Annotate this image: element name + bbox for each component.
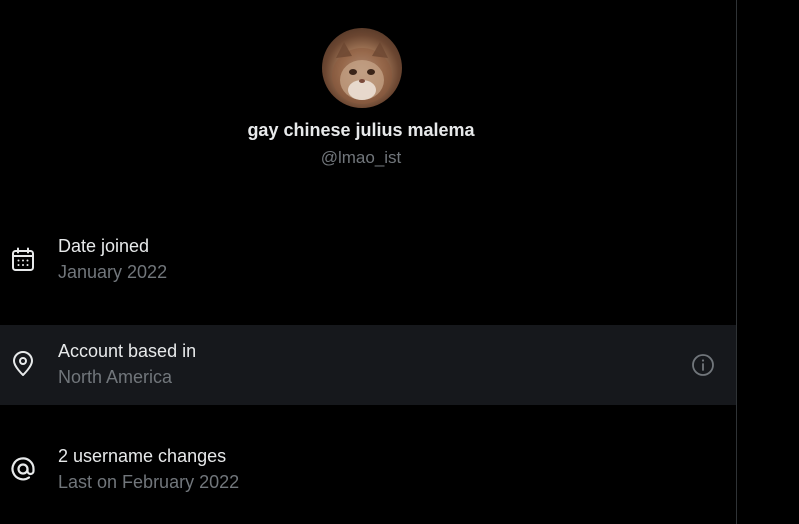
account-based-in-value: North America [58,367,173,387]
info-icon[interactable] [691,353,715,377]
location-pin-icon [10,351,36,377]
right-column [737,0,799,524]
date-joined-row: Date joined January 2022 [0,220,736,300]
username-changes-label: 2 username changes [58,446,227,466]
username-changes-value: Last on February 2022 [58,472,240,492]
about-account-page: gay chinese julius malema @lmao_ist Date… [0,0,799,524]
at-sign-icon [10,456,36,482]
account-based-in-label: Account based in [58,341,197,361]
cat-avatar-image [332,42,392,104]
main-column: gay chinese julius malema @lmao_ist Date… [0,0,736,524]
date-joined-label: Date joined [58,236,150,256]
account-based-in-row[interactable]: Account based in North America [0,325,736,405]
username-changes-row: 2 username changes Last on February 2022 [0,430,736,510]
date-joined-value: January 2022 [58,262,168,282]
display-name: gay chinese julius malema [247,120,475,140]
profile-header: gay chinese julius malema @lmao_ist [0,0,736,200]
calendar-icon [10,247,36,273]
username-handle: @lmao_ist [320,148,402,167]
avatar[interactable] [322,28,402,108]
